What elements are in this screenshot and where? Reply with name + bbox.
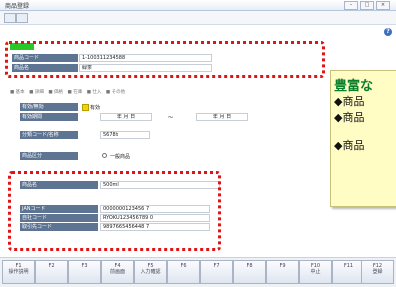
f1-label: 操作説明 [8,269,29,275]
f8-button[interactable]: F8 [233,260,266,284]
help-icon[interactable]: ? [384,28,392,36]
active-flag-value: 有効 [90,105,101,111]
function-key-bar: F1 操作説明 F2 F3 F4 前画面 F5 入力確認 F6 F7 F8 F9… [0,257,396,287]
product-type-field: 商品区分 一般商品 [20,152,180,160]
f8-key: F8 [246,263,253,269]
f9-key: F9 [279,263,286,269]
valid-period-label: 有効期間 [20,113,78,121]
close-button[interactable]: × [376,1,390,10]
f12-label: 登録 [372,269,383,275]
f7-key: F7 [213,263,220,269]
section-tabs: ■ 基本 ■ 詳細 ■ 価格 ■ 在庫 ■ 仕入 ■ その他 [10,90,126,95]
valid-period-from-input[interactable]: 年 月 日 [100,113,152,121]
minimize-button[interactable]: – [344,1,358,10]
f10-button[interactable]: F10 中止 [299,260,332,284]
toolbar-button[interactable] [16,13,28,23]
product-type-value: 一般商品 [110,154,131,160]
f11-key: F11 [343,263,354,269]
f2-key: F2 [48,263,55,269]
f10-label: 中止 [310,269,321,275]
f4-label: 前画面 [109,269,125,275]
f3-key: F3 [81,263,88,269]
callout-bullet: ◆商品 [334,139,365,152]
f12-button[interactable]: F12 登録 [361,260,394,284]
f5-label: 入力確認 [140,269,161,275]
f6-key: F6 [180,263,187,269]
f9-button[interactable]: F9 [266,260,299,284]
f3-button[interactable]: F3 [68,260,101,284]
title-bar: 商品登録 – □ × [0,0,396,11]
f2-button[interactable]: F2 [35,260,68,284]
f4-button[interactable]: F4 前画面 [101,260,134,284]
callout-heading: 豊富な [334,79,374,94]
toolbar [0,11,396,25]
callout-bullet: ◆商品 [334,95,365,108]
highlight-box-bottom [8,171,221,251]
valid-period-separator: 〜 [168,115,174,121]
f6-button[interactable]: F6 [167,260,200,284]
feature-callout: 豊富な ◆商品 ◆商品 ◆商品 [330,70,396,207]
f7-button[interactable]: F7 [200,260,233,284]
highlight-box-top [5,41,325,78]
maximize-button[interactable]: □ [360,1,374,10]
active-flag-label: 有効/無効 [20,103,78,111]
valid-period-field: 有効期間 年 月 日 〜 年 月 日 [20,113,260,121]
f5-button[interactable]: F5 入力確認 [134,260,167,284]
window-title: 商品登録 [5,3,30,10]
callout-bullet: ◆商品 [334,111,365,124]
active-checkbox[interactable] [82,104,89,111]
toolbar-button[interactable] [4,13,16,23]
f1-button[interactable]: F1 操作説明 [2,260,35,284]
category-code-label: 分類コード/名称 [20,131,78,139]
active-flag-field: 有効/無効 有効 [20,103,160,111]
product-type-radio[interactable] [102,153,107,158]
category-code-input[interactable]: 5678ｶ [100,131,150,139]
category-code-field: 分類コード/名称 5678ｶ [20,131,160,139]
valid-period-to-input[interactable]: 年 月 日 [196,113,248,121]
product-type-label: 商品区分 [20,152,78,160]
